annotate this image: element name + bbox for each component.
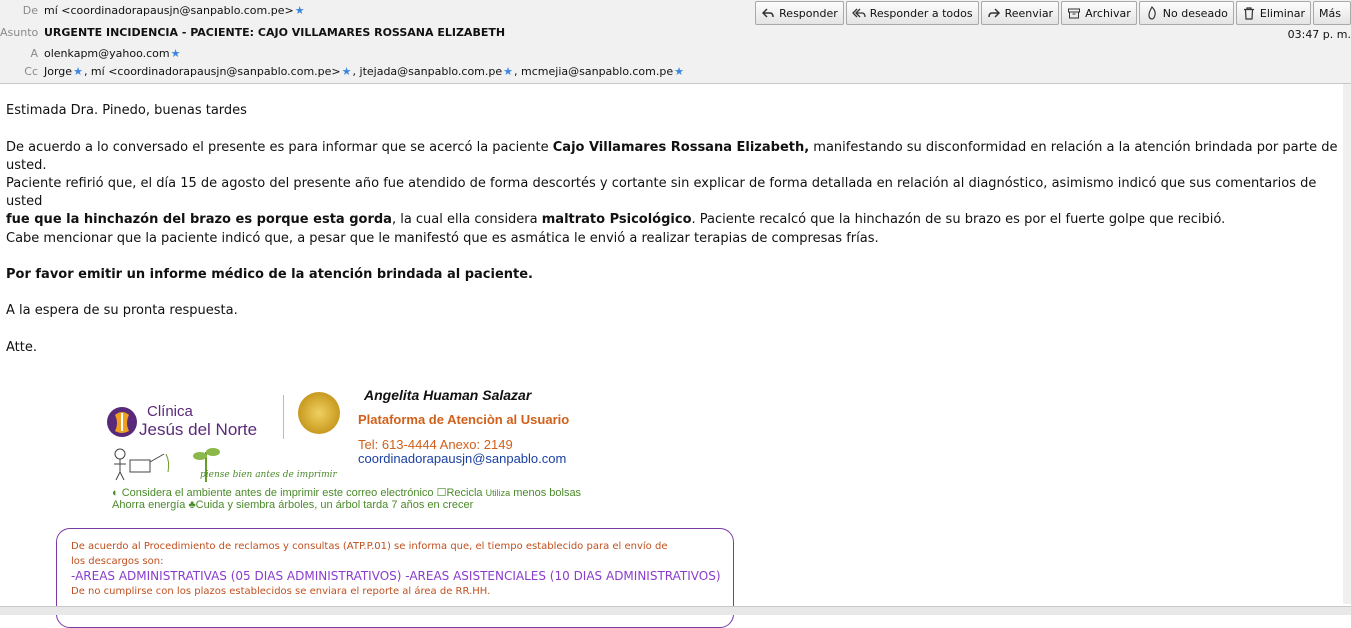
paragraph-6: Atte. [6,340,37,355]
archive-icon [1068,8,1081,19]
horizontal-scrollbar[interactable] [0,606,1351,615]
globe-icon: ◐ [112,487,122,499]
eco-handwriting: piense bien antes de imprimir [200,470,337,480]
eco-illustration: piense bien antes de imprimir [108,442,348,486]
eco-line-1: ◐ Considera el ambiente antes de imprimi… [112,487,582,499]
cc-recipient[interactable]: , jtejada@sanpablo.com.pe [353,65,503,78]
star-icon[interactable]: ★ [295,4,305,17]
from-row: De mí <coordinadorapausjn@sanpablo.com.pe… [0,3,306,19]
paragraph-5: A la espera de su pronta respuesta. [6,303,238,318]
star-icon[interactable]: ★ [73,65,83,78]
vertical-scrollbar[interactable] [1343,84,1351,604]
flame-icon [1148,6,1156,20]
cc-recipient[interactable]: , mcmejia@sanpablo.com.pe [514,65,673,78]
watering-can-icon [114,448,170,481]
paragraph-3: Cabe mencionar que la paciente indicó qu… [6,231,879,246]
subject-value: URGENTE INCIDENCIA - PACIENTE: CAJO VILL… [44,26,506,39]
message-time: 03:47 p. m. [1287,28,1351,41]
notice-line-1: De acuerdo al Procedimiento de reclamos … [71,541,668,552]
subject-row: Asunto URGENTE INCIDENCIA - PACIENTE: CAJ… [0,25,505,41]
clinic-logo-icon [107,407,137,437]
subject-label: Asunto [0,26,39,39]
logo-text-1: Clínica [147,403,193,420]
divider [283,395,284,439]
delete-button[interactable]: Eliminar [1235,1,1311,25]
signature-email[interactable]: coordinadorapausjn@sanpablo.com [358,451,566,466]
cc-label: Cc [24,65,38,78]
to-label: A [30,47,38,60]
to-value[interactable]: olenkapm@yahoo.com [44,47,170,60]
notice-line-4: De no cumplirse con los plazos estableci… [71,586,491,597]
paragraph-4: Por favor emitir un informe médico de la… [6,267,533,282]
reply-button[interactable]: Responder [755,1,844,25]
delete-label: Eliminar [1259,6,1305,20]
message-header: De mí <coordinadorapausjn@sanpablo.com.pe… [0,0,1351,84]
from-label: De [22,4,38,17]
reply-icon [762,8,774,18]
notice-line-2: los descargos son: [71,556,164,567]
paragraph-2: Paciente refirió que, el día 15 de agost… [6,176,1317,227]
more-button[interactable]: Más [1313,1,1351,25]
star-icon[interactable]: ★ [171,47,181,60]
reply-all-button[interactable]: Responder a todos [845,1,979,25]
paragraph-1: De acuerdo a lo conversado el presente e… [6,140,1338,173]
accreditation-seal-icon [298,392,340,434]
leaf-icon: ♣ [188,499,196,511]
reply-all-label: Responder a todos [869,6,973,20]
from-value[interactable]: mí <coordinadorapausjn@sanpablo.com.pe> [44,4,294,17]
signature-phone: Tel: 613-4444 Anexo: 2149 [358,437,513,452]
archive-button[interactable]: Archivar [1061,1,1137,25]
cc-recipient[interactable]: Jorge [44,65,72,78]
more-label: Más [1319,6,1341,20]
greeting: Estimada Dra. Pinedo, buenas tardes [6,103,247,118]
clinic-logo: Clínica Jesús del Norte [105,403,285,443]
star-icon[interactable]: ★ [342,65,352,78]
junk-label: No deseado [1162,6,1228,20]
forward-icon [987,8,1000,18]
cc-recipient[interactable]: , mí <coordinadorapausjn@sanpablo.com.pe… [84,65,341,78]
star-icon[interactable]: ★ [674,65,684,78]
logo-text-2: Jesús del Norte [139,420,258,439]
junk-button[interactable]: No deseado [1138,1,1234,25]
signature-department: Plataforma de Atenciòn al Usuario [358,412,570,427]
to-row: Aolenkapm@yahoo.com★ [0,46,182,62]
archive-label: Archivar [1085,6,1131,20]
reply-label: Responder [779,6,838,20]
forward-button[interactable]: Reenviar [980,1,1060,25]
reply-all-icon [851,8,866,18]
forward-label: Reenviar [1004,6,1054,20]
trash-icon [1243,7,1254,20]
signature-name: Angelita Huaman Salazar [364,387,532,403]
message-toolbar: Responder Responder a todos Reenviar Arc… [755,1,1351,25]
cc-row: Cc Jorge★, mí <coordinadorapausjn@sanpabl… [0,64,685,80]
recycle-icon: ☐ [436,487,447,499]
notice-line-3: -AREAS ADMINISTRATIVAS (05 DIAS ADMINIST… [71,569,721,583]
eco-line-2: Ahorra energía ♣Cuida y siembra árboles,… [112,499,474,511]
star-icon[interactable]: ★ [503,65,513,78]
